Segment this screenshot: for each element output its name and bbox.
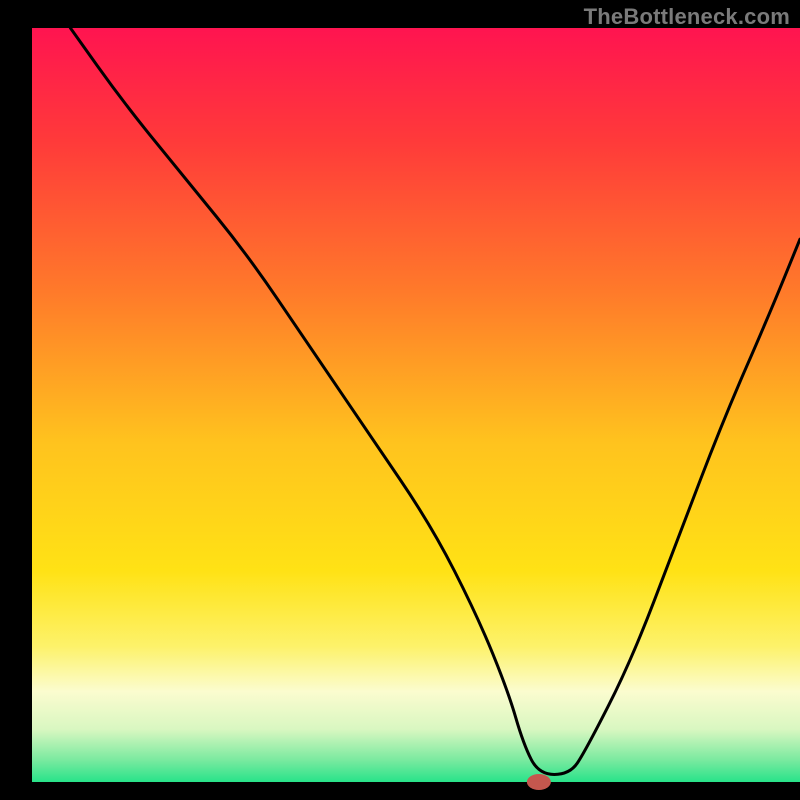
chart-frame: TheBottleneck.com [0,0,800,800]
plot-background [32,28,800,782]
bottleneck-chart [0,0,800,800]
watermark-text: TheBottleneck.com [584,4,790,30]
optimal-marker [527,774,551,790]
